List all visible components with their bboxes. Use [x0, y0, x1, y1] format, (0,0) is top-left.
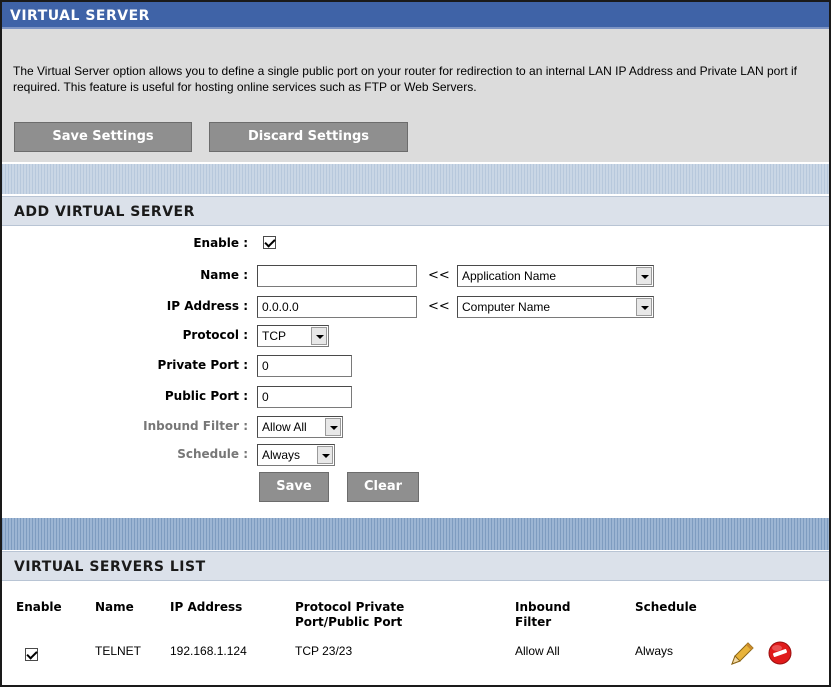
pencil-icon[interactable] — [728, 640, 756, 666]
divider-stripe-top — [2, 164, 829, 194]
save-settings-button[interactable]: Save Settings — [14, 122, 192, 152]
name-input[interactable] — [257, 265, 417, 287]
row-ip-address: 192.168.1.124 — [170, 644, 247, 658]
column-ip-address: IP Address — [170, 600, 243, 614]
column-schedule: Schedule — [635, 600, 697, 614]
row-name: TELNET — [95, 644, 142, 658]
column-protocol-port: Protocol Private Port/Public Port — [295, 600, 404, 630]
protocol-value: TCP — [262, 329, 286, 343]
public-port-label: Public Port : — [164, 389, 248, 403]
column-inbound-filter: Inbound Filter — [515, 600, 571, 630]
enable-checkbox[interactable] — [263, 236, 276, 249]
computer-name-select[interactable]: Computer Name — [457, 296, 654, 318]
add-section-title: ADD VIRTUAL SERVER — [14, 204, 195, 220]
row-inbound-filter: Allow All — [515, 644, 560, 658]
add-virtual-server-header: ADD VIRTUAL SERVER — [2, 196, 829, 226]
column-inbound-line2: Filter — [515, 615, 552, 629]
discard-settings-button[interactable]: Discard Settings — [209, 122, 408, 152]
virtual-servers-list-header: VIRTUAL SERVERS LIST — [2, 551, 829, 581]
row-schedule: Always — [635, 644, 674, 658]
public-port-input[interactable] — [257, 386, 352, 408]
chevron-down-icon — [636, 267, 652, 285]
column-name: Name — [95, 600, 134, 614]
schedule-select[interactable]: Always — [257, 444, 335, 466]
chevron-down-icon — [325, 418, 341, 436]
inbound-filter-value: Allow All — [262, 420, 307, 434]
private-port-input[interactable] — [257, 355, 352, 377]
enable-label: Enable : — [193, 236, 248, 250]
chevron-down-icon — [311, 327, 327, 345]
protocol-label: Protocol : — [182, 328, 248, 342]
application-name-select[interactable]: Application Name — [457, 265, 654, 287]
column-protocol-line1: Protocol Private — [295, 600, 405, 614]
computer-name-value: Computer Name — [462, 300, 551, 314]
title-bar: VIRTUAL SERVER — [2, 2, 829, 29]
ip-address-label: IP Address : — [166, 299, 248, 313]
chevron-down-icon — [317, 446, 333, 464]
row-enable-checkbox[interactable] — [25, 648, 38, 661]
delete-icon[interactable] — [767, 640, 793, 666]
list-section-title: VIRTUAL SERVERS LIST — [14, 559, 206, 575]
divider-stripe-middle — [2, 518, 829, 550]
column-inbound-line1: Inbound — [515, 600, 571, 614]
save-button[interactable]: Save — [259, 472, 329, 502]
protocol-select[interactable]: TCP — [257, 325, 329, 347]
chevron-down-icon — [636, 298, 652, 316]
column-enable: Enable — [16, 600, 62, 614]
inbound-filter-label: Inbound Filter : — [143, 419, 248, 433]
ip-chevron: << — [428, 299, 450, 314]
schedule-value: Always — [262, 448, 301, 462]
virtual-server-header: VIRTUAL SERVER The Virtual Server option… — [2, 2, 829, 162]
column-protocol-line2: Port/Public Port — [295, 615, 403, 629]
clear-button[interactable]: Clear — [347, 472, 419, 502]
inbound-filter-select[interactable]: Allow All — [257, 416, 343, 438]
page-title: VIRTUAL SERVER — [10, 8, 150, 24]
private-port-label: Private Port : — [157, 358, 248, 372]
ip-address-input[interactable] — [257, 296, 417, 318]
name-chevron: << — [428, 268, 450, 283]
row-protocol-port: TCP 23/23 — [295, 644, 353, 658]
application-name-value: Application Name — [462, 269, 557, 283]
schedule-label: Schedule : — [177, 447, 248, 461]
name-label: Name : — [200, 268, 248, 282]
description-text: The Virtual Server option allows you to … — [13, 64, 797, 94]
